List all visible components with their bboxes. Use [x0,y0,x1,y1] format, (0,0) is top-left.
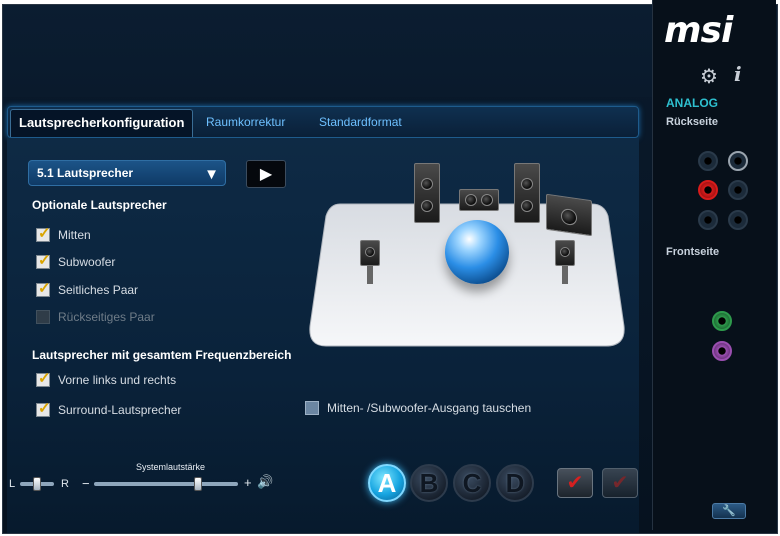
optional-speakers-heading: Optionale Lautsprecher [32,198,167,212]
header-band [3,5,655,97]
checkbox-vorne-label: Vorne links und rechts [58,373,177,387]
profile-c-button[interactable]: C [453,464,491,502]
speaker-config-value: 5.1 Lautsprecher [37,166,134,180]
dropdown-arrow-icon: ▼ [204,166,219,183]
system-volume-track[interactable] [94,482,238,486]
tab-standardformat[interactable]: Standardformat [319,107,402,137]
checkbox-rueckseitiges-paar-box [36,310,50,324]
analog-heading: ANALOG [666,96,718,110]
profile-b-button[interactable]: B [410,464,448,502]
front-heading: Frontseite [666,246,720,258]
checkbox-seitliches-paar[interactable]: Seitliches Paar [36,280,139,299]
volume-minus-icon[interactable]: − [82,476,90,491]
checkbox-subwoofer-box[interactable] [36,252,51,270]
tab-lautsprecherkonfiguration[interactable]: Lautsprecherkonfiguration [10,109,194,137]
tab-bar: Lautsprecherkonfiguration Raumkorrektur … [7,106,639,138]
apply-default-button[interactable]: ✔ [602,468,638,498]
apply-button[interactable]: ✔ [557,468,593,498]
speaker-subwoofer[interactable] [546,193,592,237]
fullrange-heading: Lautsprecher mit gesamtem Frequenzbereic… [32,348,292,362]
checkbox-swap-center-sub[interactable]: Mitten- /Subwoofer-Ausgang tauschen [305,399,531,417]
volume-plus-icon[interactable]: + [244,475,252,490]
msi-logo: msi [664,10,733,51]
speaker-volume-icon[interactable]: 🔊 [257,474,273,490]
checkmark-icon: ✔ [566,472,584,494]
stand-right [562,266,568,284]
info-icon[interactable]: i [734,62,742,86]
speaker-front-right[interactable] [514,163,540,223]
checkbox-subwoofer-label: Subwoofer [58,255,116,269]
checkbox-vorne-box[interactable] [36,370,51,388]
speaker-config-select[interactable]: 5.1 Lautsprecher ▼ [28,160,226,186]
balance-thumb[interactable] [33,477,41,491]
wrench-settings-button[interactable]: 🔧 [712,503,746,519]
wrench-icon: 🔧 [722,505,736,517]
checkbox-surround[interactable]: Surround-Lautsprecher [36,400,182,419]
checkbox-subwoofer[interactable]: Subwoofer [36,252,116,271]
system-volume-label: Systemlautstärke [136,462,206,472]
checkbox-swap-box[interactable] [305,401,319,415]
tab-raumkorrektur[interactable]: Raumkorrektur [206,107,285,137]
profile-d-button[interactable]: D [496,464,534,502]
profile-a-button[interactable]: A [368,464,406,502]
checkbox-seitliches-paar-label: Seitliches Paar [58,283,139,297]
system-volume-thumb[interactable] [193,477,202,491]
checkbox-mitten[interactable]: Mitten [36,225,91,244]
checkbox-rueckseitiges-paar-label: Rückseitiges Paar [58,310,155,324]
jack-rear-4[interactable] [728,180,748,200]
jack-front-purple[interactable] [712,341,732,361]
jack-front-green[interactable] [712,311,732,331]
jack-rear-1[interactable] [698,151,718,171]
play-icon: ▶ [259,166,273,183]
balance-left-label: L [9,478,16,490]
speaker-center[interactable] [459,189,499,211]
balance-right-label: R [61,478,69,490]
speaker-side-right[interactable] [555,240,575,266]
checkmark-arrow-icon: ✔ [611,472,629,494]
checkbox-mitten-box[interactable] [36,225,51,243]
checkbox-seitliches-paar-box[interactable] [36,280,51,298]
checkbox-vorne[interactable]: Vorne links und rechts [36,370,177,389]
rear-heading: Rückseite [666,116,718,128]
jack-rear-red[interactable] [698,180,718,200]
speaker-front-left[interactable] [414,163,440,223]
jack-rear-5[interactable] [698,210,718,230]
checkbox-surround-label: Surround-Lautsprecher [58,403,182,417]
speaker-side-left[interactable] [360,240,380,266]
jack-rear-6[interactable] [728,210,748,230]
checkbox-swap-label: Mitten- /Subwoofer-Ausgang tauschen [327,401,532,415]
checkbox-surround-box[interactable] [36,400,51,418]
stand-left [367,266,373,284]
listener-orb[interactable] [445,220,509,284]
checkbox-rueckseitiges-paar: Rückseitiges Paar [36,308,155,326]
play-test-button[interactable]: ▶ [246,160,286,188]
gear-icon[interactable]: ⚙ [700,64,718,89]
checkbox-mitten-label: Mitten [58,228,91,242]
jack-rear-2[interactable] [728,151,748,171]
